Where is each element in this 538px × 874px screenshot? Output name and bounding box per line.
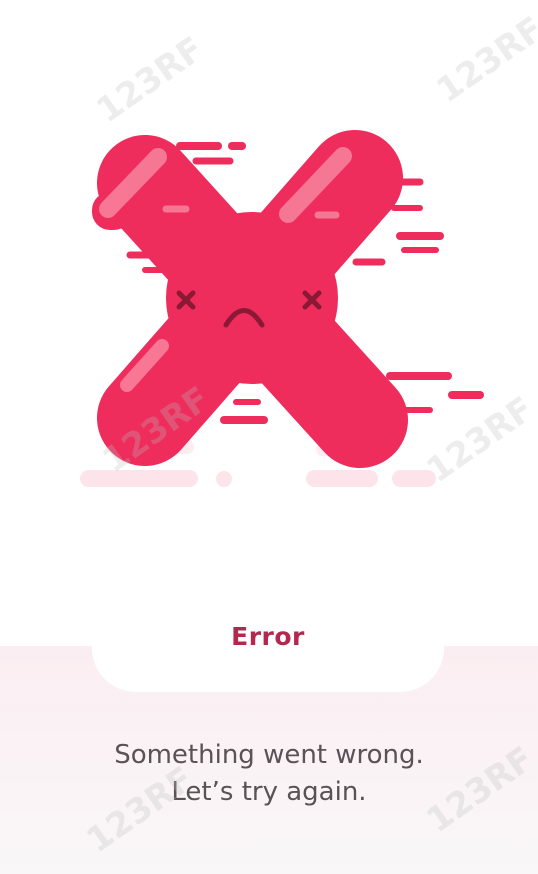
error-title: Error: [231, 622, 305, 651]
error-message-line-1: Something went wrong.: [114, 740, 424, 770]
error-screen: Error Something went wrong. Let’s try ag…: [0, 0, 538, 874]
